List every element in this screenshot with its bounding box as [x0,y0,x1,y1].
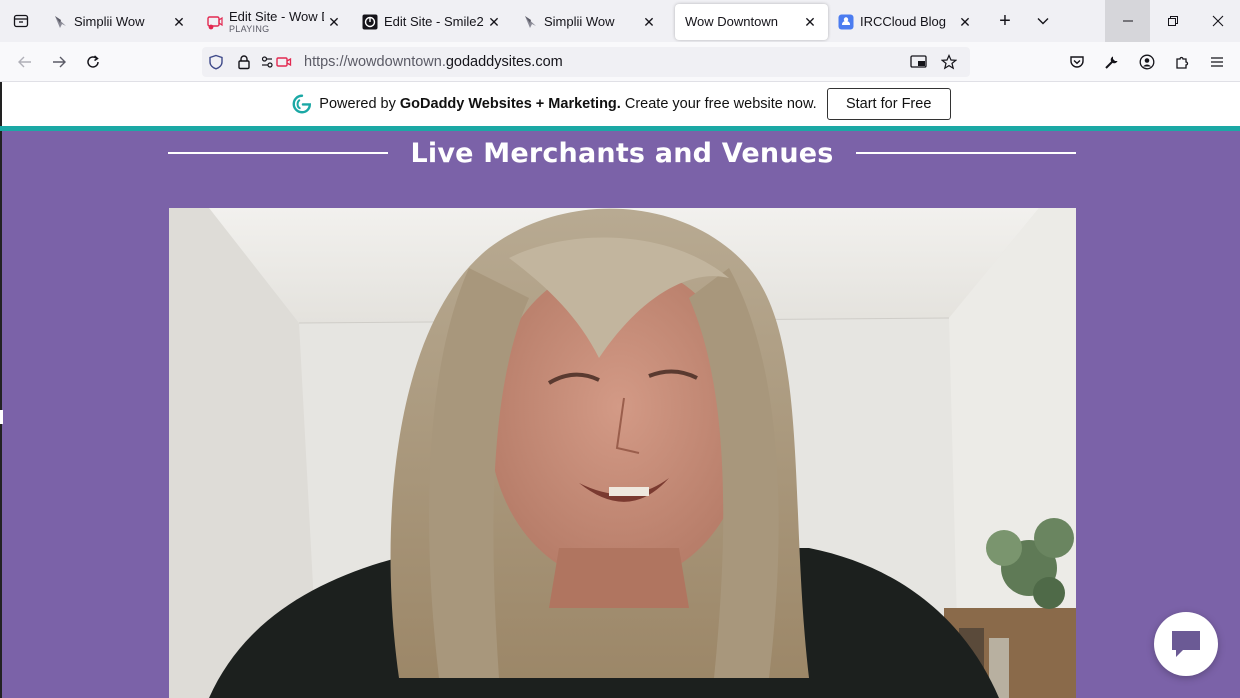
close-tab-icon[interactable]: ✕ [324,12,344,32]
tab-title: Simplii Wow [74,15,145,29]
tab-edit-site-wow[interactable]: Edit Site - Wow Dov PLAYING ✕ [197,4,352,40]
simplii-favicon-icon [52,14,68,30]
list-all-tabs-button[interactable] [1025,3,1061,39]
tab-playing-label: PLAYING [229,23,270,34]
lock-icon[interactable] [230,47,258,77]
navigation-toolbar: https://wowdowntown.godaddysites.com [0,42,1240,82]
tab-strip: Simplii Wow ✕ Edit Site - Wow Dov PLAYIN… [0,0,1240,42]
forward-button[interactable] [42,45,76,79]
account-button[interactable] [1129,45,1164,79]
reload-button[interactable] [76,45,110,79]
close-tab-icon[interactable]: ✕ [639,12,659,32]
editor-favicon-icon [362,14,378,30]
firefox-view-icon [13,14,29,28]
back-arrow-icon [18,56,31,67]
wrench-icon [1104,56,1117,69]
heading-rule-right [855,152,1077,154]
tab-title: Simplii Wow [544,15,615,29]
close-tab-icon[interactable]: ✕ [800,12,820,32]
promo-text: Powered by GoDaddy Websites + Marketing.… [319,96,816,112]
heading-rule-left [168,152,389,154]
extensions-button[interactable] [1164,45,1199,79]
url-text[interactable]: https://wowdowntown.godaddysites.com [304,54,563,70]
url-prefix: https://wowdowntown. [304,54,446,70]
chat-button[interactable] [1154,612,1218,676]
forward-arrow-icon [53,56,66,67]
tab-wow-downtown[interactable]: Wow Downtown ✕ [675,4,828,40]
permissions-icon[interactable] [258,47,298,77]
pocket-icon [1069,56,1084,68]
new-tab-button[interactable]: + [987,3,1023,39]
tab-title: Edit Site - Wow Dov [229,9,324,24]
tab-irccloud-blog[interactable]: IRCCloud Blog ✕ [828,4,983,40]
playing-media-icon [207,14,223,30]
tab-title: Wow Downtown [685,15,778,29]
close-tab-icon[interactable]: ✕ [484,12,504,32]
irccloud-favicon-icon [838,14,854,30]
godaddy-promo-banner: Powered by GoDaddy Websites + Marketing.… [0,82,1240,126]
start-for-free-button[interactable]: Start for Free [826,88,951,120]
bookmark-star-icon[interactable] [934,47,964,77]
godaddy-logo-icon [292,94,312,114]
minimize-button[interactable] [1105,0,1150,42]
url-bar[interactable]: https://wowdowntown.godaddysites.com [202,47,970,77]
tab-title: Edit Site - Smile2Sm [384,15,484,29]
simplii-favicon-icon [522,14,538,30]
brand-name: GoDaddy Websites + Marketing. [399,96,621,112]
section-heading: Live Merchants and Venues [168,133,1077,173]
account-icon [1139,54,1154,70]
close-tab-icon[interactable]: ✕ [955,12,975,32]
promo-cta-text: Create your free website now. [620,96,817,112]
puzzle-piece-icon [1175,56,1188,69]
reload-icon [87,54,99,68]
back-button[interactable] [8,45,42,79]
url-host: godaddysites.com [445,54,563,70]
pocket-button[interactable] [1059,45,1094,79]
close-tab-icon[interactable]: ✕ [169,12,189,32]
developer-tools-button[interactable] [1094,45,1129,79]
portrait-photo-illustration [169,208,1076,698]
close-icon [1212,15,1223,27]
restore-button[interactable] [1150,0,1195,42]
app-menu-button[interactable] [1199,45,1234,79]
page-content: Live Merchants and Venues [0,131,1240,698]
page-edge-marker [0,410,3,424]
section-title: Live Merchants and Venues [410,137,834,169]
firefox-view-button[interactable] [0,0,42,42]
chat-bubble-icon [1172,631,1200,657]
picture-in-picture-icon[interactable] [904,47,934,77]
restore-icon [1167,16,1178,26]
tab-simplii-wow-1[interactable]: Simplii Wow ✕ [42,4,197,40]
tab-simplii-wow-2[interactable]: Simplii Wow ✕ [512,4,667,40]
tab-title: IRCCloud Blog [860,15,946,29]
tab-edit-site-smile2smile[interactable]: Edit Site - Smile2Sm ✕ [352,4,512,40]
chevron-down-icon [1037,18,1049,25]
close-window-button[interactable] [1195,0,1240,42]
toolbar-right [1059,45,1234,79]
featured-photo [169,208,1076,698]
minimize-icon [1122,20,1133,22]
window-controls [1105,0,1240,42]
hamburger-menu-icon [1210,57,1223,67]
powered-by-label: Powered by [319,96,400,112]
tracking-protection-shield-icon[interactable] [202,47,230,77]
